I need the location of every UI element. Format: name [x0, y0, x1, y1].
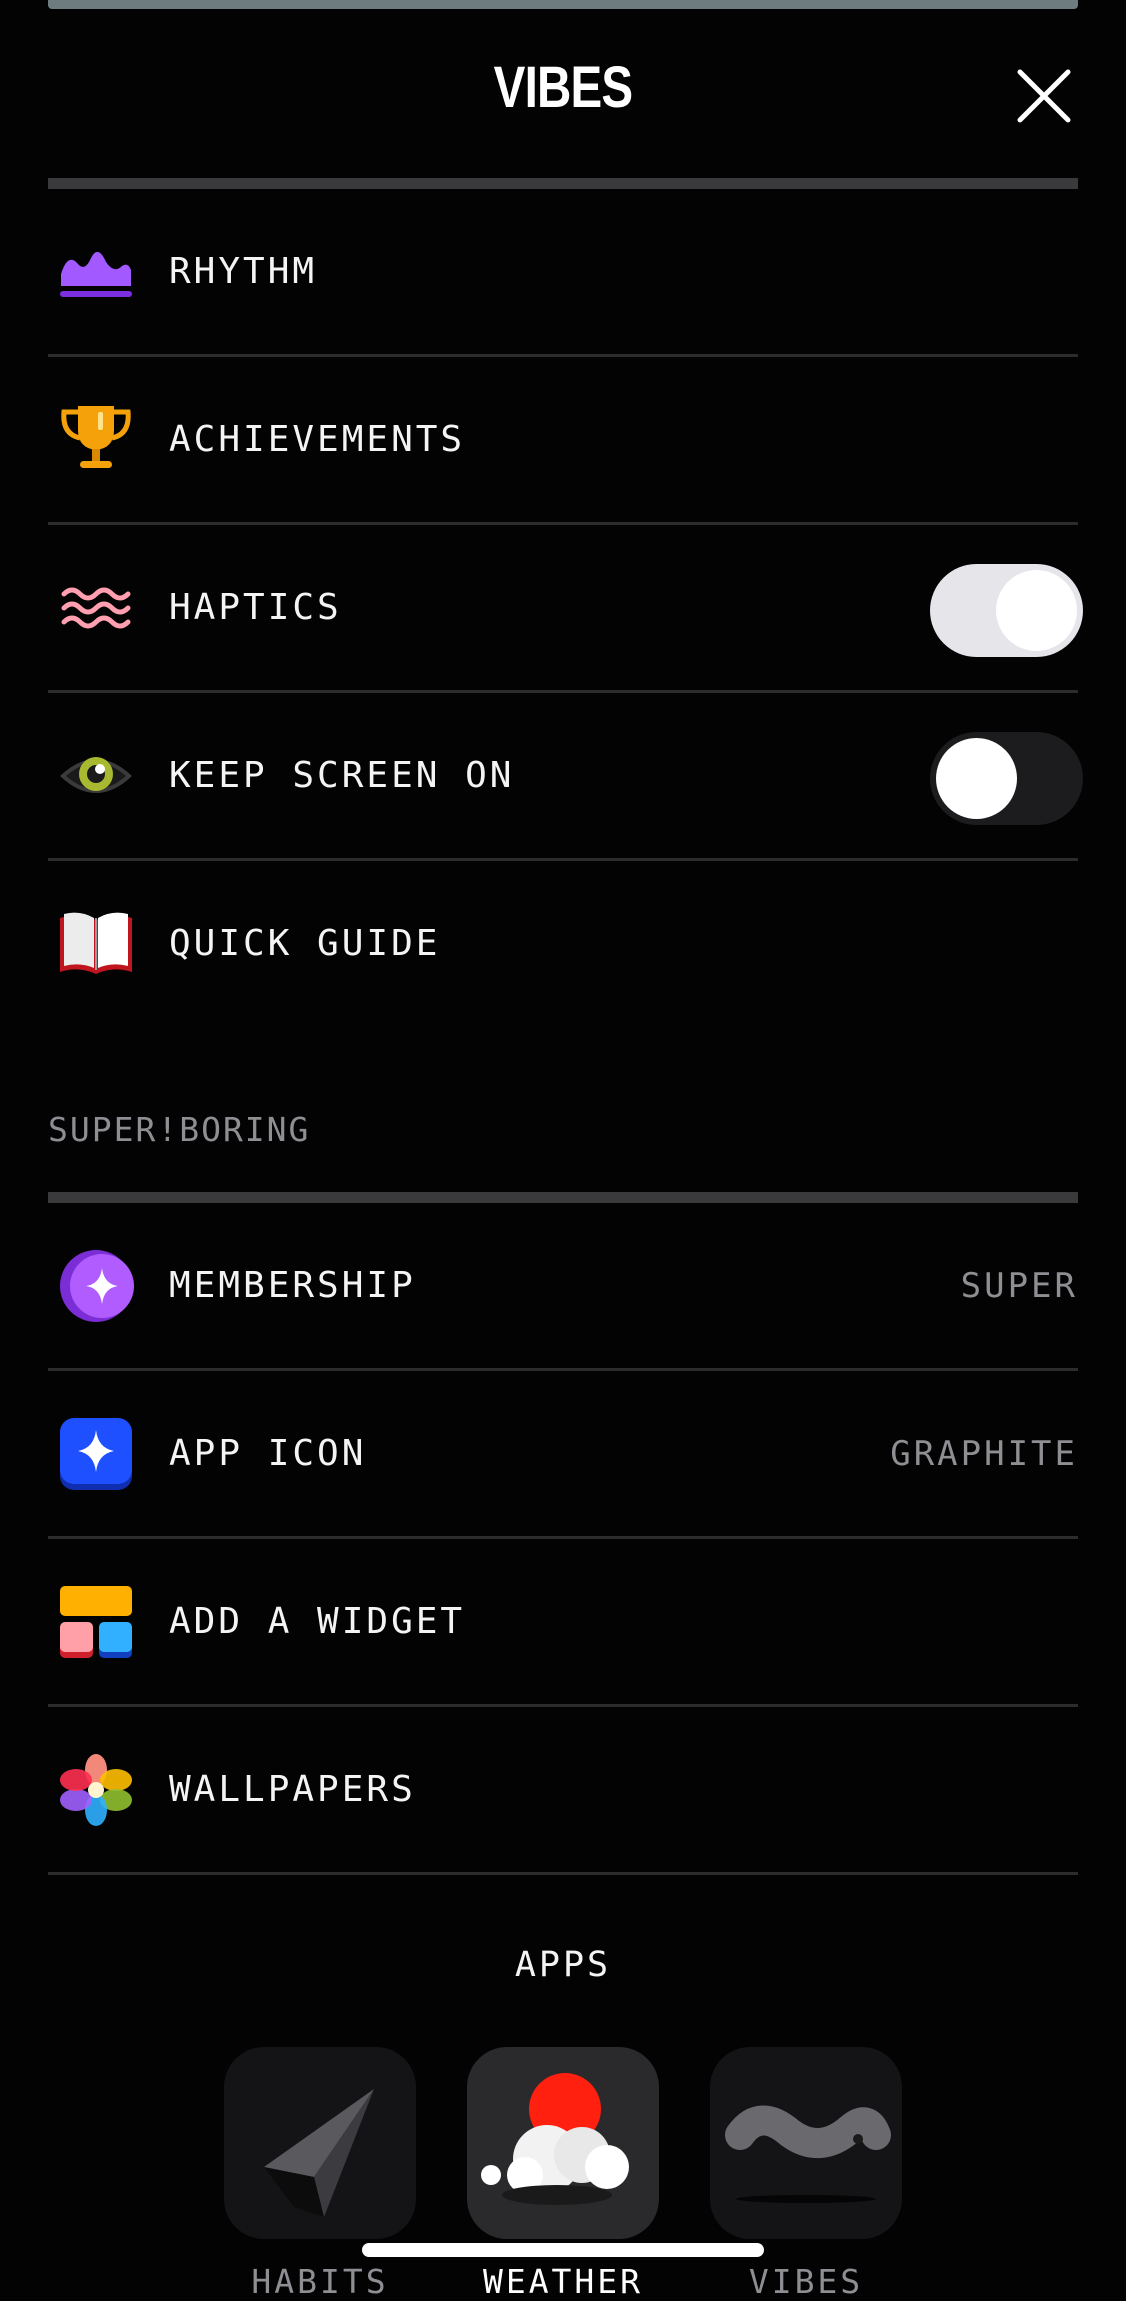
app-label-weather: WEATHER: [482, 2262, 644, 2301]
menu-item-keep-screen-on[interactable]: KEEP SCREEN ON: [48, 693, 1083, 859]
keep-screen-on-toggle[interactable]: [930, 732, 1083, 825]
sparkle-moon-icon: [60, 1250, 134, 1322]
menu-item-membership[interactable]: MEMBERSHIP SUPER: [48, 1203, 1078, 1369]
widget-blocks-icon: [60, 1586, 132, 1658]
app-tile-vibes[interactable]: [710, 2047, 902, 2239]
app-tile-habits[interactable]: [224, 2047, 416, 2239]
close-icon: [1017, 69, 1071, 123]
haptics-toggle[interactable]: [930, 564, 1083, 657]
app-icon-value: GRAPHITE: [890, 1434, 1078, 1474]
cloud-sun-icon: [481, 2073, 629, 2205]
toggle-knob: [936, 738, 1017, 819]
section-title: SUPER!BORING: [48, 1110, 311, 1149]
eye-icon: [60, 757, 132, 793]
squiggle-icon: [725, 2105, 891, 2203]
app-label-habits: HABITS: [251, 2262, 389, 2301]
menu-item-label: KEEP SCREEN ON: [169, 755, 515, 796]
section-divider: [48, 178, 1078, 189]
paper-plane-icon: [264, 2089, 374, 2217]
row-divider: [48, 1872, 1078, 1875]
menu-item-label: ADD A WIDGET: [169, 1601, 466, 1642]
page-title: VIBES: [493, 55, 633, 120]
section-divider: [48, 1192, 1078, 1203]
app-icon-sparkle-icon: [60, 1418, 132, 1490]
app-tile-weather[interactable]: [467, 2047, 659, 2239]
menu-item-haptics[interactable]: HAPTICS: [48, 525, 1083, 691]
close-button[interactable]: [1016, 68, 1072, 124]
menu-item-add-widget[interactable]: ADD A WIDGET: [48, 1539, 1078, 1705]
trophy-icon: [61, 406, 131, 468]
haptic-waves-icon: [61, 587, 131, 629]
sheet-top-edge: [48, 0, 1078, 9]
menu-item-label: HAPTICS: [169, 587, 342, 628]
menu-item-label: APP ICON: [169, 1433, 367, 1474]
menu-item-achievements[interactable]: ACHIEVEMENTS: [48, 357, 1078, 523]
menu-item-app-icon[interactable]: APP ICON GRAPHITE: [48, 1371, 1078, 1537]
menu-item-label: QUICK GUIDE: [169, 923, 441, 964]
app-label-vibes: VIBES: [748, 2262, 864, 2301]
membership-value: SUPER: [960, 1266, 1078, 1306]
menu-item-label: WALLPAPERS: [169, 1769, 416, 1810]
toggle-knob: [996, 570, 1077, 651]
menu-item-label: ACHIEVEMENTS: [169, 419, 466, 460]
home-indicator[interactable]: [362, 2243, 764, 2257]
menu-item-wallpapers[interactable]: WALLPAPERS: [48, 1707, 1078, 1873]
menu-item-label: RHYTHM: [169, 251, 318, 292]
rhythm-wave-icon: [60, 251, 132, 297]
menu-item-quick-guide[interactable]: QUICK GUIDE: [48, 861, 1078, 1027]
menu-item-rhythm[interactable]: RHYTHM: [48, 189, 1078, 355]
menu-item-label: MEMBERSHIP: [169, 1265, 416, 1306]
open-book-icon: [60, 912, 132, 974]
apps-title: APPS: [514, 1945, 612, 1985]
flower-icon: [60, 1754, 132, 1826]
